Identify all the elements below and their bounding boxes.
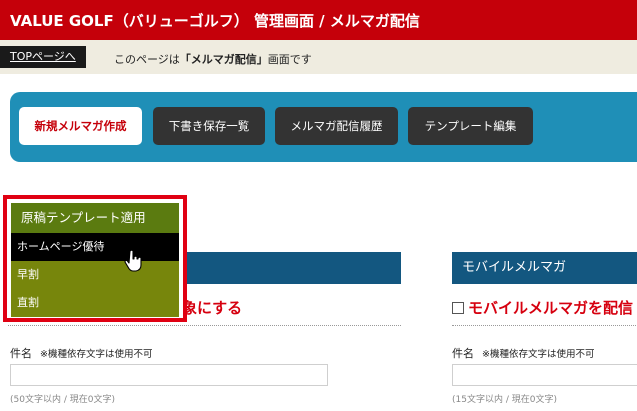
mobile-subject-input[interactable] bbox=[452, 364, 637, 386]
template-item-early[interactable]: 早割 bbox=[11, 261, 179, 289]
mobile-subject-hint: (15文字以内 / 現在0文字) bbox=[452, 395, 557, 405]
template-edit-button[interactable]: テンプレート編集 bbox=[408, 107, 533, 145]
top-page-link[interactable]: TOPページへ bbox=[0, 46, 86, 68]
mobile-subject-note: ※機種依存文字は使用不可 bbox=[482, 349, 595, 360]
page-title: VALUE GOLF（バリューゴルフ） 管理画面 / メルマガ配信 bbox=[10, 12, 420, 30]
breadcrumb-suffix: 画面です bbox=[267, 53, 312, 66]
breadcrumb: TOPページへ このページは「メルマガ配信」画面です bbox=[0, 40, 637, 74]
pc-send-checkbox-text: 象にする bbox=[182, 299, 243, 317]
pc-subject-label-text: 件名 bbox=[10, 347, 32, 360]
new-newsletter-button[interactable]: 新規メルマガ作成 bbox=[19, 107, 142, 145]
mobile-send-checkbox-label[interactable]: モバイルメルマガを配信 bbox=[452, 297, 633, 318]
template-item-homepage[interactable]: ホームページ優待 bbox=[11, 233, 179, 261]
mobile-subject-label: 件名 ※機種依存文字は使用不可 bbox=[452, 345, 594, 361]
pc-subject-note: ※機種依存文字は使用不可 bbox=[40, 349, 153, 360]
checkbox-icon[interactable] bbox=[452, 302, 464, 314]
breadcrumb-page-name: 「メルマガ配信」 bbox=[179, 53, 268, 66]
pc-subject-label: 件名 ※機種依存文字は使用不可 bbox=[10, 345, 152, 361]
pc-column-heading bbox=[180, 252, 401, 284]
mobile-send-checkbox-text: モバイルメルマガを配信 bbox=[468, 299, 634, 317]
template-apply-button[interactable]: 原稿テンプレート適用 bbox=[11, 203, 179, 233]
pc-send-checkbox-label[interactable]: 象にする bbox=[182, 297, 242, 318]
app-header: VALUE GOLF（バリューゴルフ） 管理画面 / メルマガ配信 bbox=[0, 0, 637, 40]
send-history-button[interactable]: メルマガ配信履歴 bbox=[275, 107, 398, 145]
mobile-column-heading: モバイルメルマガ bbox=[452, 252, 637, 284]
pc-subject-input[interactable] bbox=[10, 364, 328, 386]
mobile-subject-label-text: 件名 bbox=[452, 347, 474, 360]
pc-divider bbox=[8, 325, 401, 326]
action-toolbar: 新規メルマガ作成 下書き保存一覧 メルマガ配信履歴 テンプレート編集 bbox=[10, 92, 637, 162]
drafts-list-button[interactable]: 下書き保存一覧 bbox=[153, 107, 265, 145]
pc-subject-hint: (50文字以内 / 現在0文字) bbox=[10, 395, 115, 405]
template-item-direct[interactable]: 直割 bbox=[11, 289, 179, 317]
template-apply-dropdown: 原稿テンプレート適用 ホームページ優待 早割 直割 bbox=[3, 195, 187, 322]
breadcrumb-text: このページは「メルマガ配信」画面です bbox=[114, 51, 312, 67]
mobile-divider bbox=[452, 325, 637, 326]
hand-pointer-icon bbox=[124, 249, 142, 272]
breadcrumb-prefix: このページは bbox=[114, 53, 180, 66]
